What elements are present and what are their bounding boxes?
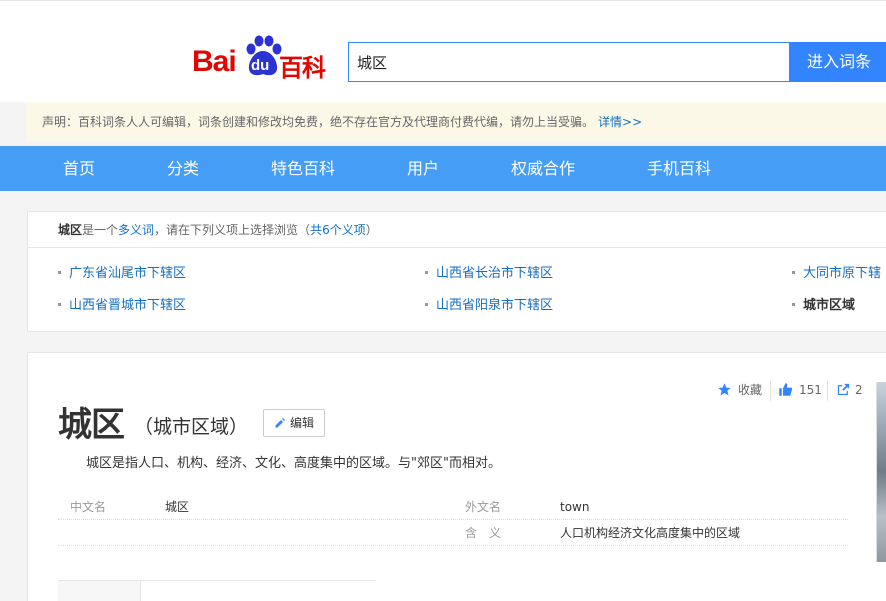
basic-info-row: 中文名 城区 外文名 town	[58, 494, 848, 520]
nav-item-users[interactable]: 用户	[407, 146, 439, 191]
bullet-icon	[792, 303, 795, 306]
nav-item-category[interactable]: 分类	[167, 146, 199, 191]
sense-count: 共6个义项	[310, 223, 366, 237]
thumbs-up-icon	[779, 383, 793, 396]
sense-label: 广东省汕尾市下辖区	[69, 266, 187, 281]
basic-info-value: 人口机构经济文化高度集中的区域	[560, 526, 741, 540]
share-icon	[837, 383, 850, 396]
nav-item-partners[interactable]: 权威合作	[511, 146, 575, 191]
star-icon	[718, 383, 731, 396]
bullet-icon	[58, 303, 61, 306]
entry-subtitle: （城市区域）	[134, 416, 249, 438]
basic-info-value: town	[560, 500, 590, 514]
search-input[interactable]	[348, 42, 790, 82]
sense-label: 山西省晋城市下辖区	[69, 298, 187, 313]
favorite-button[interactable]: 收藏	[738, 381, 762, 399]
disclaimer-notice: 声明：百科词条人人可编辑，词条创建和修改均免费，绝不存在官方及代理商付费代编，请…	[26, 102, 886, 142]
enter-entry-button[interactable]: 进入词条	[789, 42, 886, 82]
entry-tools: 收藏 151 2	[717, 381, 877, 401]
catalog-tab[interactable]	[58, 581, 141, 601]
disambiguation-text: 是一个	[82, 223, 119, 237]
sense-item[interactable]: 大同市原下辖	[792, 265, 881, 283]
sense-item[interactable]: 山西省晋城市下辖区	[58, 297, 186, 315]
bullet-icon	[58, 271, 61, 274]
basic-info-row: 含 义 人口机构经济文化高度集中的区域	[58, 520, 848, 546]
edit-button[interactable]: 编辑	[263, 409, 325, 437]
basic-info-key: 含 义	[465, 526, 502, 540]
entry-image-thumbnail[interactable]	[876, 382, 886, 562]
disambiguation-box: 城区是一个多义词，请在下列义项上选择浏览（共6个义项） 广东省汕尾市下辖区 山西…	[27, 211, 886, 332]
pencil-icon	[275, 417, 285, 427]
basic-info-key: 外文名	[465, 500, 502, 514]
notice-details-link[interactable]: 详情>>	[598, 115, 642, 129]
notice-text: 声明：百科词条人人可编辑，词条创建和修改均免费，绝不存在官方及代理商付费代编，请…	[42, 115, 595, 129]
nav-item-mobile[interactable]: 手机百科	[647, 146, 711, 191]
disambiguation-text-after: ，请在下列义项上选择浏览（	[154, 223, 311, 237]
main-nav: 首页 分类 特色百科 用户 权威合作 手机百科	[0, 146, 886, 191]
nav-item-featured[interactable]: 特色百科	[271, 146, 335, 191]
sense-label: 大同市原下辖	[803, 266, 882, 281]
nav-item-home[interactable]: 首页	[63, 146, 95, 191]
sense-label: 山西省阳泉市下辖区	[436, 298, 554, 313]
sense-label: 山西省长治市下辖区	[436, 266, 554, 281]
sense-item-current: 城市区域	[792, 297, 855, 315]
tools-divider	[827, 381, 828, 401]
edit-button-label: 编辑	[289, 416, 314, 430]
entry-main: 收藏 151 2 城区 （城市区域） 编辑 城区是指人口、机构、经济、文化、高度…	[27, 352, 886, 601]
logo-du-text: du	[251, 57, 270, 74]
disambiguation-term: 城区	[58, 223, 83, 237]
sense-item[interactable]: 山西省阳泉市下辖区	[425, 297, 553, 315]
bullet-icon	[792, 271, 795, 274]
page: Bai du 百科 进入词条 声明：百科词条人人可编辑，词条创建和修改均免费，绝…	[0, 0, 886, 601]
logo-bai-text: Bai	[192, 45, 237, 78]
entry-summary: 城区是指人口、机构、经济、文化、高度集中的区域。与"郊区"而相对。	[86, 456, 501, 471]
tools-divider	[770, 381, 771, 401]
share-count-button[interactable]: 2	[855, 381, 863, 399]
bullet-icon	[425, 303, 428, 306]
logo-baike-text: 百科	[279, 54, 326, 82]
sense-label: 城市区域	[803, 298, 856, 313]
bullet-icon	[425, 271, 428, 274]
basic-info-table: 中文名 城区 外文名 town 含 义 人口机构经济文化高度集中的区域	[58, 494, 848, 546]
disambiguation-header: 城区是一个多义词，请在下列义项上选择浏览（共6个义项）	[28, 212, 886, 248]
polysemy-link[interactable]: 多义词	[118, 223, 154, 237]
header: Bai du 百科 进入词条	[0, 0, 886, 102]
disambiguation-text-end: ）	[365, 223, 378, 237]
sense-item[interactable]: 广东省汕尾市下辖区	[58, 265, 186, 283]
basic-info-value: 城区	[165, 500, 190, 514]
entry-title: 城区	[58, 405, 125, 445]
sense-item[interactable]: 山西省长治市下辖区	[425, 265, 553, 283]
baidu-baike-logo[interactable]: Bai du 百科	[192, 34, 332, 82]
like-count-button[interactable]: 151	[799, 381, 822, 399]
basic-info-key: 中文名	[70, 500, 107, 514]
